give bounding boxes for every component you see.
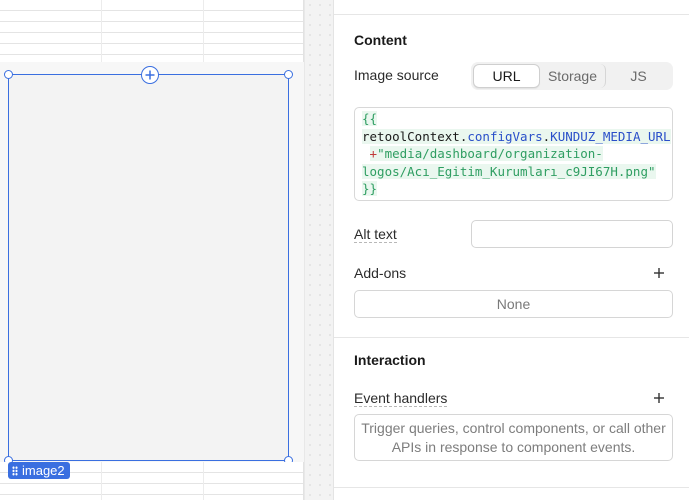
image-source-code-editor[interactable]: {{ retoolContext.configVars.KUNDUZ_MEDIA… bbox=[354, 107, 673, 201]
code-line: retoolContext.configVars.KUNDUZ_MEDIA_UR… bbox=[362, 128, 671, 146]
image-source-label: Image source bbox=[354, 67, 439, 83]
plus-icon bbox=[654, 393, 664, 403]
drag-handle-icon[interactable] bbox=[12, 465, 18, 476]
image-source-option-storage[interactable]: Storage bbox=[540, 64, 606, 88]
plus-circle-icon[interactable] bbox=[141, 66, 159, 84]
section-title-content: Content bbox=[354, 32, 407, 48]
app-canvas[interactable]: image2 bbox=[0, 0, 305, 500]
component-name-tag[interactable]: image2 bbox=[8, 462, 70, 479]
code-line: }} bbox=[362, 180, 665, 198]
code-token: configVars bbox=[467, 128, 543, 144]
event-handlers-empty-state: Trigger queries, control components, or … bbox=[354, 414, 673, 461]
table-component-top[interactable] bbox=[0, 0, 304, 62]
component-name: image2 bbox=[22, 463, 65, 478]
grid-column-divider bbox=[203, 462, 204, 500]
grid-column-divider bbox=[101, 0, 102, 62]
inspector-panel: Content Image source URL Storage JS {{ r… bbox=[333, 0, 689, 500]
grid-column-divider bbox=[203, 0, 204, 62]
addons-list[interactable]: None bbox=[354, 290, 673, 318]
code-token: {{ bbox=[362, 111, 378, 126]
canvas-gutter bbox=[305, 0, 333, 500]
resize-handle-top-right[interactable] bbox=[284, 70, 293, 79]
event-handlers-label: Event handlers bbox=[354, 390, 448, 407]
add-event-handler-button[interactable] bbox=[650, 389, 668, 407]
divider bbox=[334, 337, 689, 338]
grid-column-divider bbox=[101, 462, 102, 500]
image-source-option-js[interactable]: JS bbox=[606, 64, 671, 88]
section-title-interaction: Interaction bbox=[354, 352, 426, 368]
event-handlers-empty-text: Trigger queries, control components, or … bbox=[361, 420, 666, 455]
code-line: +"media/dashboard/organization- bbox=[362, 145, 665, 163]
add-addon-button[interactable] bbox=[650, 264, 668, 282]
code-token: KUNDUZ_MEDIA_URL bbox=[550, 128, 671, 144]
code-line: {{ bbox=[362, 110, 665, 128]
divider bbox=[334, 14, 689, 15]
image-component[interactable] bbox=[4, 66, 293, 465]
code-token: + bbox=[369, 146, 378, 161]
alt-text-label: Alt text bbox=[354, 226, 397, 243]
addons-empty-value: None bbox=[496, 296, 531, 312]
image-source-toggle[interactable]: URL Storage JS bbox=[471, 62, 673, 90]
resize-handle-top-left[interactable] bbox=[4, 70, 13, 79]
code-token: "media/dashboard/organization- bbox=[377, 146, 603, 161]
image-source-option-url[interactable]: URL bbox=[473, 64, 540, 88]
code-line: logos/Acı_Egitim_Kurumları_c9JI67H.png" bbox=[362, 163, 665, 181]
addons-label: Add-ons bbox=[354, 265, 407, 281]
alt-text-input[interactable] bbox=[471, 220, 673, 248]
plus-icon bbox=[654, 268, 664, 278]
code-token: retoolContext bbox=[362, 128, 460, 144]
divider bbox=[334, 487, 689, 488]
code-token: }} bbox=[362, 181, 378, 196]
code-token: logos/Acı_Egitim_Kurumları_c9JI67H.png" bbox=[362, 163, 656, 179]
